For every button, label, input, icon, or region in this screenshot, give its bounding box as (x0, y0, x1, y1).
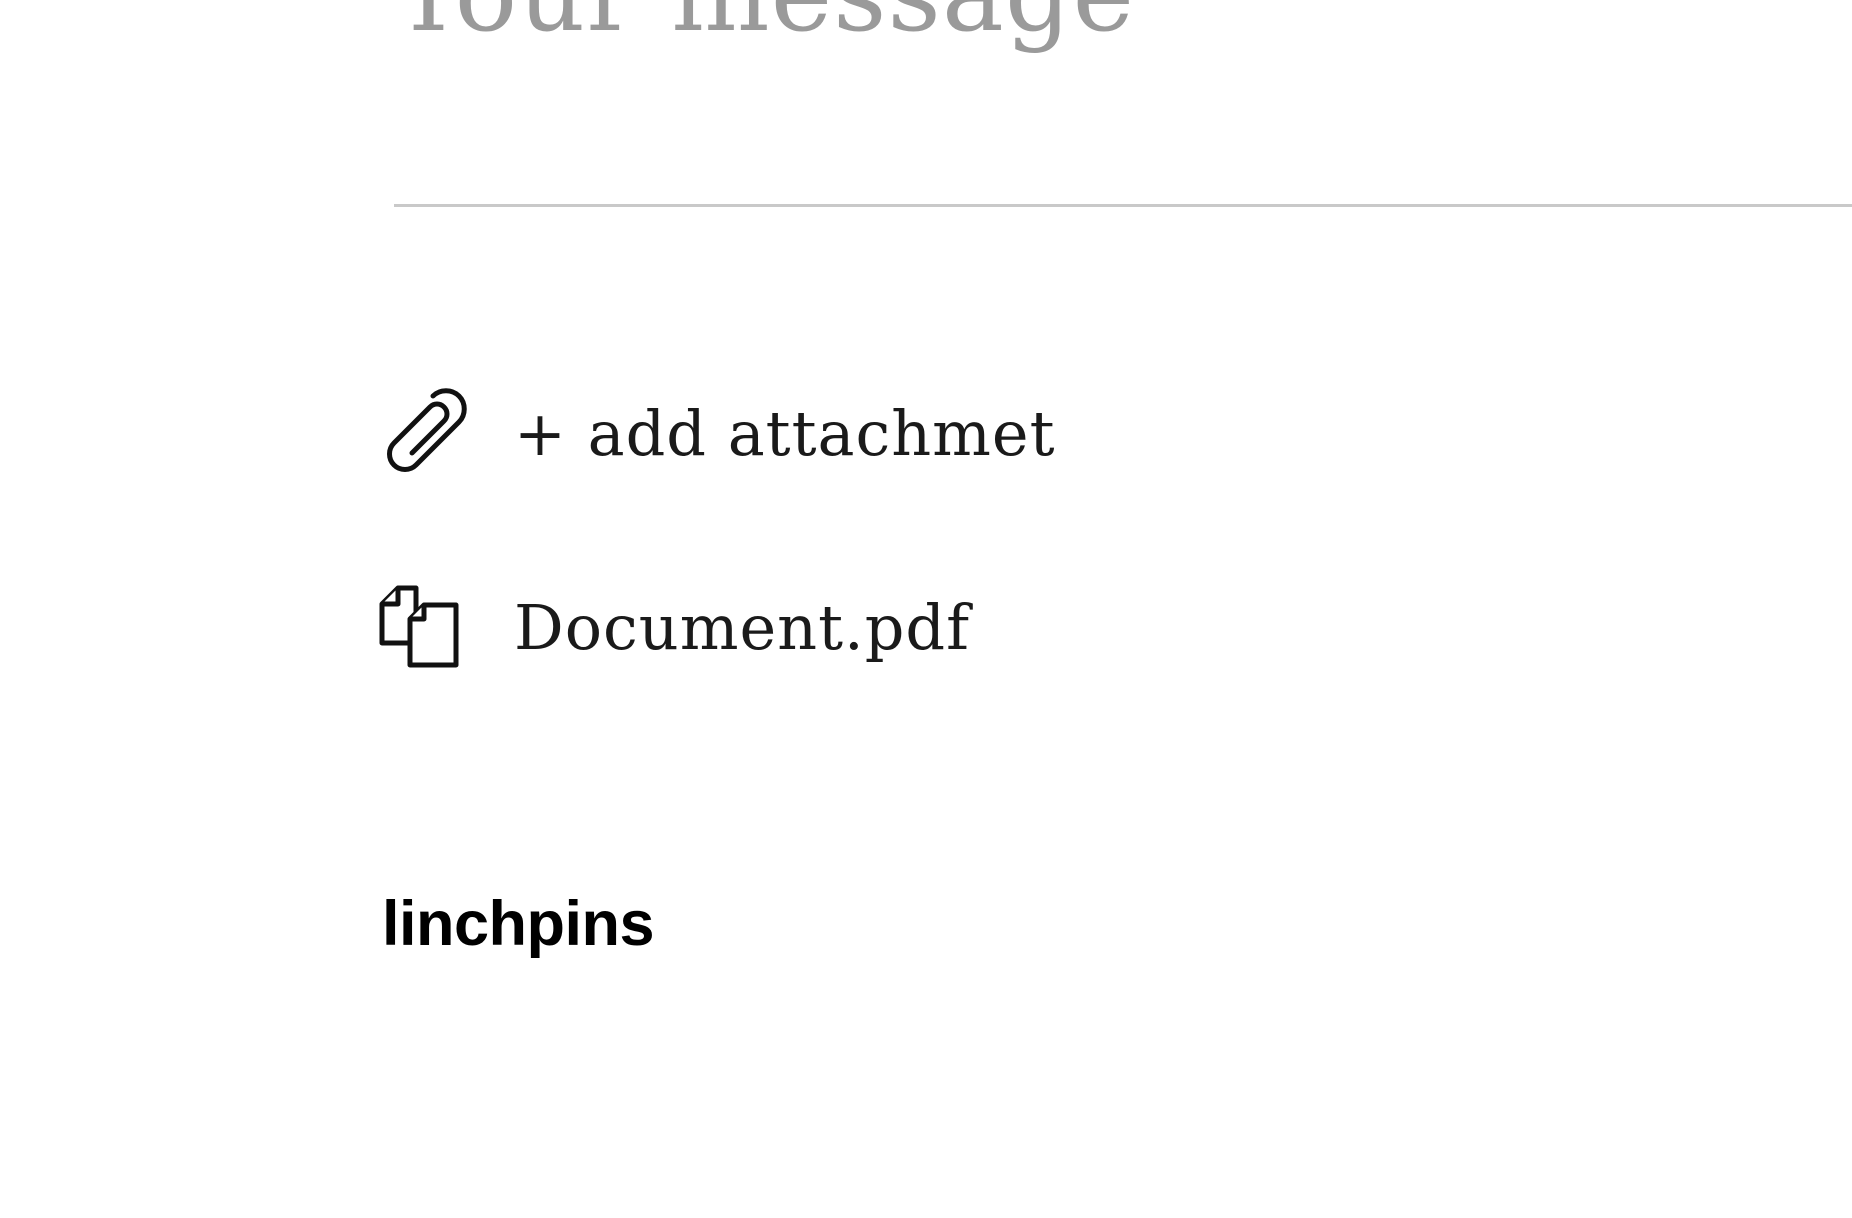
message-placeholder: Your message (394, 0, 1135, 46)
brand-logo: linchpins (382, 889, 655, 959)
message-field[interactable]: Your message (394, 0, 1852, 207)
paperclip-icon (378, 388, 468, 478)
add-attachment-button[interactable]: + add attachmet (378, 388, 1055, 478)
attachment-filename: Document.pdf (514, 590, 971, 664)
attachment-item[interactable]: Document.pdf (378, 582, 969, 672)
add-attachment-label: + add attachmet (514, 396, 1056, 470)
document-icon (378, 582, 468, 672)
